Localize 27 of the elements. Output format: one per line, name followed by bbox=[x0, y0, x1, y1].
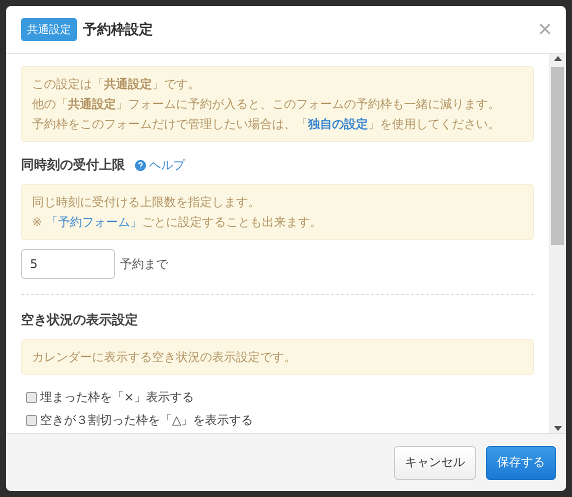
dialog-title: 予約枠設定 bbox=[83, 20, 154, 38]
notice-text: 他の「共通設定」フォームに予約が入ると、このフォームの予約枠も一緒に減ります。 bbox=[32, 96, 501, 113]
help-link[interactable]: ヘルプ bbox=[135, 156, 185, 174]
section-heading: 同時刻の受付上限 bbox=[21, 156, 125, 174]
cancel-button[interactable]: キャンセル bbox=[394, 446, 476, 480]
save-button[interactable]: 保存する bbox=[486, 446, 556, 480]
scroll-thumb[interactable] bbox=[551, 67, 564, 245]
checkbox-label: 埋まった枠を「×」表示する bbox=[40, 389, 194, 406]
unit-label: 予約まで bbox=[120, 256, 168, 272]
limit-input[interactable]: 5 bbox=[21, 249, 115, 279]
text-link[interactable]: 独自の設定 bbox=[308, 117, 368, 131]
notice-text: カレンダーに表示する空き状況の表示設定です。 bbox=[32, 349, 297, 366]
notice-text: 同じ時刻に受付ける上限数を指定します。 bbox=[32, 194, 261, 211]
scroll-down-icon[interactable] bbox=[554, 426, 562, 431]
close-button[interactable]: × bbox=[538, 18, 552, 42]
text-link[interactable]: 「予約フォーム」 bbox=[46, 215, 142, 229]
section-heading: 空き状況の表示設定 bbox=[21, 312, 138, 329]
notice-text: この設定は「共通設定」です。 bbox=[32, 76, 201, 93]
scroll-up-icon[interactable] bbox=[554, 56, 562, 61]
checkbox[interactable] bbox=[26, 392, 37, 403]
shared-badge: 共通設定 bbox=[21, 18, 77, 41]
help-icon bbox=[135, 160, 146, 170]
scrollbar[interactable] bbox=[549, 54, 566, 433]
notice-text: ※ 「予約フォーム」ごとに設定することも出来ます。 bbox=[32, 214, 323, 231]
notice-text: 予約枠をこのフォームだけで管理したい場合は、「独自の設定」を使用してください。 bbox=[32, 116, 501, 133]
checkbox[interactable] bbox=[26, 415, 37, 426]
checkbox-label: 空きが３割切った枠を「△」を表示する bbox=[40, 412, 254, 429]
